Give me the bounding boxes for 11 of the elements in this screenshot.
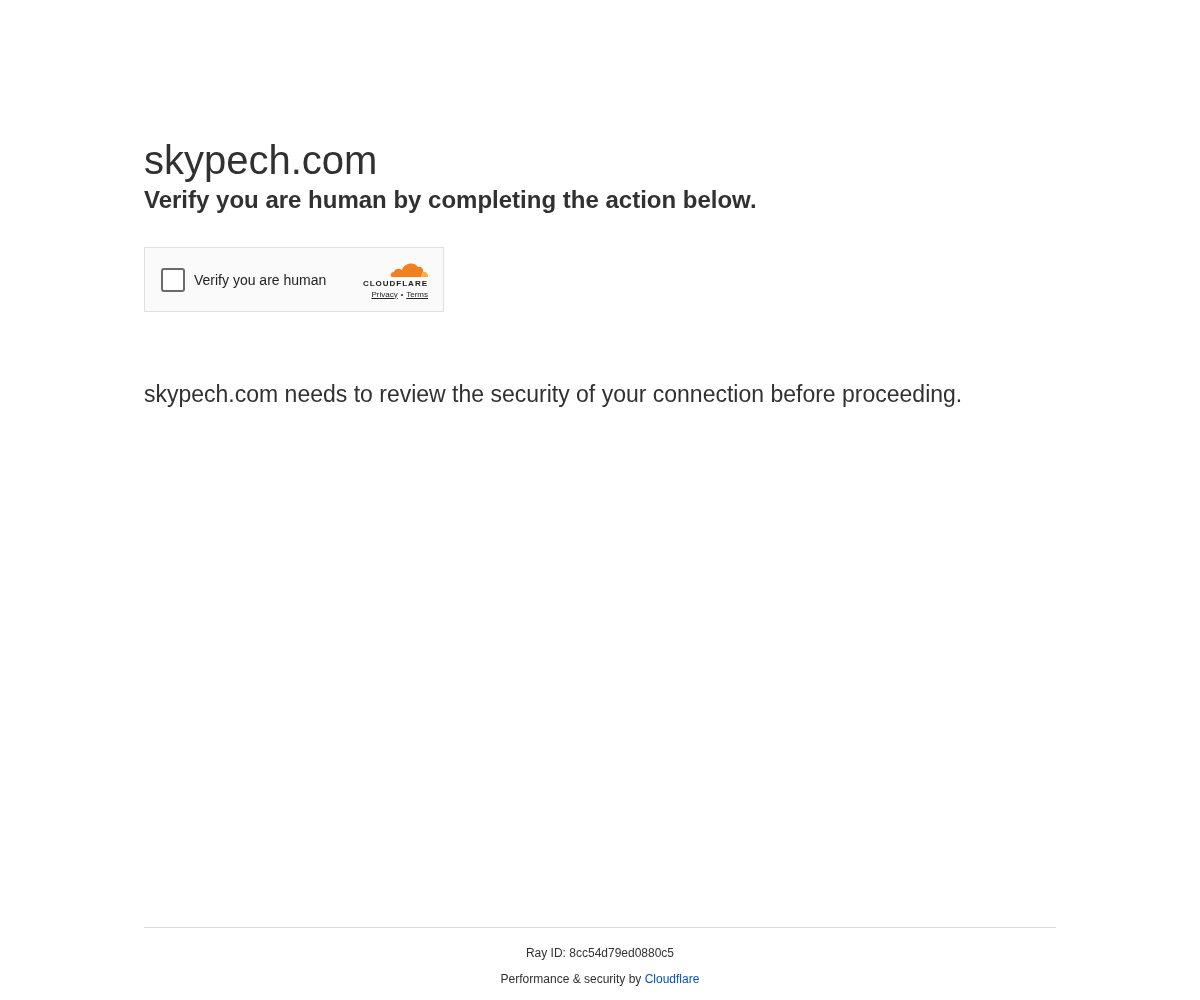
brand-name: CLOUDFLARE [362, 278, 428, 288]
cloudflare-link[interactable]: Cloudflare [644, 972, 700, 986]
page-subtitle: Verify you are human by completing the action below. [144, 185, 758, 215]
widget-link[interactable]: Terms [406, 289, 428, 300]
widget-link[interactable]: Privacy [371, 289, 398, 300]
checkbox-label: Verify you are human [194, 271, 327, 288]
ray-id: Ray ID: 8cc54d79ed0880c5 [525, 945, 675, 962]
site-title: skypech.com [144, 137, 379, 184]
checkbox[interactable] [161, 267, 185, 292]
footer-credit: Performance & security by Cloudflare [500, 971, 700, 988]
security-message: skypech.com needs to review the security of your connection before proceeding. [144, 380, 964, 409]
